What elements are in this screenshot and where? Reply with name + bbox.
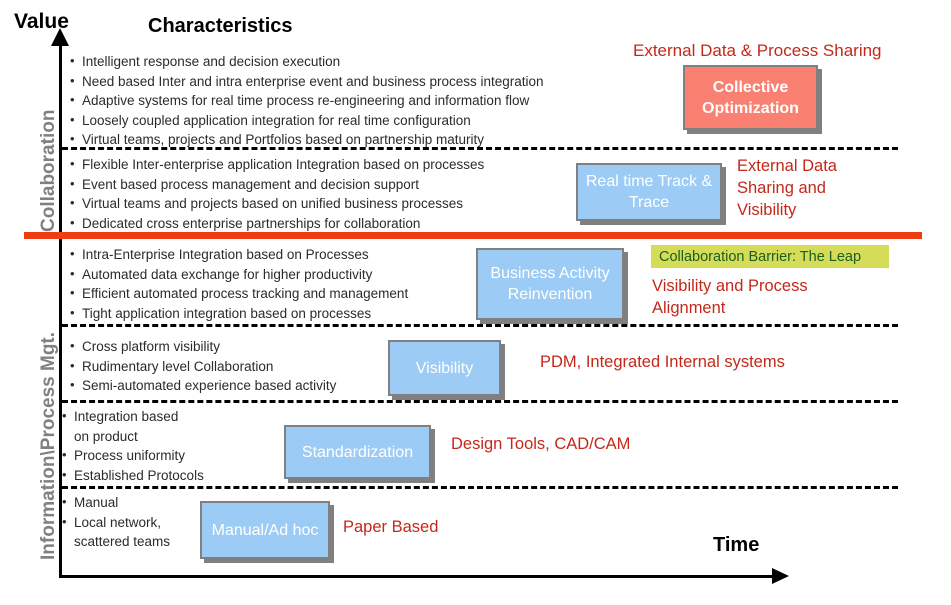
characteristics-list: Integration based on product Process uni… (62, 406, 204, 486)
level-separator (62, 400, 898, 403)
collaboration-barrier-callout: Collaboration Barrier: The Leap (651, 245, 889, 268)
list-item: Manual (62, 492, 182, 513)
list-item: Rudimentary level Collaboration (70, 356, 336, 377)
annotation-paper-based: Paper Based (343, 518, 439, 536)
list-item: Adaptive systems for real time process r… (70, 90, 544, 111)
characteristics-list: Intra-Enterprise Integration based on Pr… (70, 244, 408, 324)
list-item: Intelligent response and decision execut… (70, 51, 544, 72)
stage-box-business-activity-reinvention[interactable]: Business Activity Reinvention (476, 248, 624, 320)
side-label-collaboration: Collaboration (38, 109, 59, 232)
annotation-external-data-process-sharing: External Data & Process Sharing (633, 41, 882, 60)
y-axis-arrow-icon (51, 28, 69, 46)
characteristics-list: Flexible Inter-enterprise application In… (70, 154, 484, 234)
x-axis-line (59, 575, 777, 578)
side-label-information-process-mgt: Information\Process Mgt. (38, 331, 59, 560)
collaboration-barrier-bar (24, 232, 922, 239)
level-separator (62, 486, 898, 489)
level-separator (62, 324, 898, 327)
list-item: Process uniformity (62, 445, 185, 466)
list-item: Semi-automated experience based activity (70, 375, 336, 396)
list-item: Tight application integration based on p… (70, 303, 408, 324)
list-item: Cross platform visibility (70, 336, 336, 357)
list-item: Virtual teams, projects and Portfolios b… (70, 129, 544, 150)
characteristics-list: Manual Local network, scattered teams (62, 492, 182, 552)
characteristics-list: Intelligent response and decision execut… (70, 51, 544, 150)
list-item: Need based Inter and intra enterprise ev… (70, 71, 544, 92)
list-item: Established Protocols (62, 465, 204, 486)
stage-box-real-time-track-trace[interactable]: Real time Track & Trace (576, 163, 722, 221)
stage-box-collective-optimization[interactable]: Collective Optimization (683, 65, 818, 130)
list-item: Intra-Enterprise Integration based on Pr… (70, 244, 408, 265)
annotation-visibility-process-alignment: Visibility and Process Alignment (652, 277, 808, 317)
annotation-external-data-sharing-visibility: External Data Sharing and Visibility (737, 157, 837, 219)
list-item: Flexible Inter-enterprise application In… (70, 154, 484, 175)
list-item: Virtual teams and projects based on unif… (70, 193, 484, 214)
list-item: Integration based on product (62, 406, 182, 446)
stage-box-standardization[interactable]: Standardization (284, 425, 431, 479)
x-axis-arrow-icon (772, 568, 789, 584)
annotation-pdm-integrated-internal-systems: PDM, Integrated Internal systems (540, 353, 785, 371)
annotation-design-tools-cad-cam: Design Tools, CAD/CAM (451, 435, 631, 453)
list-item: Event based process management and decis… (70, 174, 484, 195)
stage-box-visibility[interactable]: Visibility (388, 340, 501, 396)
characteristics-column-header: Characteristics (148, 15, 293, 37)
stage-box-manual-ad-hoc[interactable]: Manual/Ad hoc (200, 501, 330, 559)
list-item: Loosely coupled application integration … (70, 110, 544, 131)
list-item: Automated data exchange for higher produ… (70, 264, 408, 285)
characteristics-list: Cross platform visibility Rudimentary le… (70, 336, 336, 396)
list-item: Local network, scattered teams (62, 512, 182, 552)
list-item: Efficient automated process tracking and… (70, 283, 408, 304)
list-item: Dedicated cross enterprise partnerships … (70, 213, 484, 234)
time-axis-title: Time (713, 534, 760, 556)
